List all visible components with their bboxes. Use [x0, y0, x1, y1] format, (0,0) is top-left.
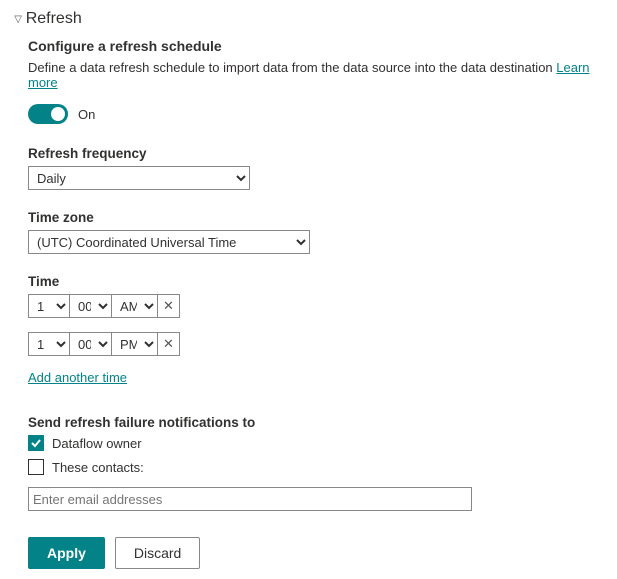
remove-time-button[interactable]: ✕	[158, 332, 180, 356]
time-row: 1 00 AM ✕	[28, 294, 603, 318]
ampm-select[interactable]: AM	[112, 294, 158, 318]
check-icon	[30, 437, 42, 449]
remove-time-button[interactable]: ✕	[158, 294, 180, 318]
close-icon: ✕	[163, 336, 174, 352]
contacts-email-input[interactable]	[28, 487, 472, 511]
section-title: Refresh	[26, 10, 82, 28]
frequency-select[interactable]: Daily	[28, 166, 250, 190]
timezone-label: Time zone	[28, 210, 603, 225]
description-row: Define a data refresh schedule to import…	[28, 60, 603, 90]
contacts-checkbox[interactable]	[28, 459, 44, 475]
hour-select[interactable]: 1	[28, 294, 70, 318]
owner-checkbox-label: Dataflow owner	[52, 436, 142, 451]
time-label: Time	[28, 274, 603, 289]
subtitle: Configure a refresh schedule	[28, 38, 603, 54]
minute-select[interactable]: 00	[70, 294, 112, 318]
notifications-label: Send refresh failure notifications to	[28, 415, 603, 430]
add-another-time-link[interactable]: Add another time	[28, 370, 127, 385]
contacts-checkbox-label: These contacts:	[52, 460, 144, 475]
toggle-label: On	[78, 107, 95, 122]
description-text: Define a data refresh schedule to import…	[28, 60, 553, 75]
toggle-knob	[51, 107, 65, 121]
hour-select[interactable]: 1	[28, 332, 70, 356]
refresh-toggle[interactable]	[28, 104, 68, 124]
apply-button[interactable]: Apply	[28, 537, 105, 569]
ampm-select[interactable]: PM	[112, 332, 158, 356]
close-icon: ✕	[163, 298, 174, 314]
discard-button[interactable]: Discard	[115, 537, 200, 569]
owner-checkbox[interactable]	[28, 435, 44, 451]
collapse-caret-icon[interactable]: ▷	[12, 15, 23, 23]
timezone-select[interactable]: (UTC) Coordinated Universal Time	[28, 230, 310, 254]
frequency-label: Refresh frequency	[28, 146, 603, 161]
minute-select[interactable]: 00	[70, 332, 112, 356]
time-row: 1 00 PM ✕	[28, 332, 603, 356]
